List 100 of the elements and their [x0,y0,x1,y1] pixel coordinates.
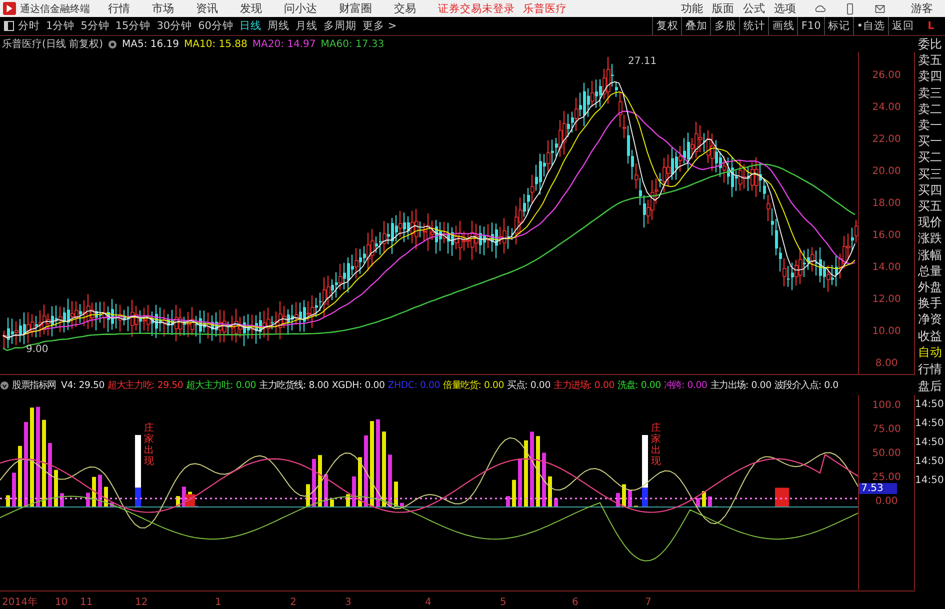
stock-name: 乐普医疗 [523,2,567,16]
indicator-legend-item: 波段介入点: 0.0 [774,378,838,392]
price-tick: 22.00 [872,133,901,147]
menu-item[interactable]: 行情 [108,1,130,16]
current-value-marker: 7.53 [859,483,898,494]
tick-time: 14:50 [915,416,945,431]
toolbar-button[interactable]: 返回 [888,17,917,35]
toolbar-button[interactable]: 标记 [824,17,853,35]
menu-item[interactable]: 市场 [152,1,174,16]
toolbar-button[interactable]: 画线 [768,17,798,35]
login-status[interactable]: 证券交易未登录 [438,2,515,16]
period-tab[interactable]: 1分钟 [46,19,75,33]
user-label[interactable]: 游客 [911,1,933,16]
signal-bar [135,435,141,507]
price-tick: 20.00 [872,165,901,179]
period-tab[interactable]: 30分钟 [156,19,192,33]
period-tab[interactable]: 15分钟 [115,19,151,33]
menu-item[interactable]: 公式 [743,1,765,16]
indicator-legend-item: XGDH: 0.00 [332,380,385,390]
toolbar-button[interactable]: F10 [797,17,824,35]
menu-item[interactable]: 发现 [240,1,262,16]
app-title: 通达信金融终端 [20,2,90,16]
menu-item[interactable]: 版面 [712,1,734,16]
date-label: 6 [572,597,578,608]
low-price-label: 9.00 [26,344,48,355]
quote-label: 现价 [918,214,942,230]
quote-label: 卖五 [918,52,942,68]
price-tick: 24.00 [872,101,901,115]
menu-item[interactable]: 问小达 [284,1,317,16]
period-tab[interactable]: 60分钟 [198,19,234,33]
indicator-legend-item: 冲跨: 0.00 [664,378,708,392]
menu-item[interactable]: 资讯 [196,1,218,16]
period-tab[interactable]: 周线 [268,19,290,33]
indicator-legend-item: 买点: 0.00 [507,378,550,392]
settings-icon[interactable] [108,40,117,48]
date-label: 3 [345,597,352,608]
quote-label: 买二 [918,149,942,166]
period-tab[interactable]: 日线 [240,19,262,33]
panel-icon[interactable] [4,21,14,31]
period-tab[interactable]: 5分钟 [80,19,110,33]
menu-item[interactable]: 选项 [774,1,796,16]
menu-item[interactable]: 财富圈 [339,1,372,16]
quote-label: 涨幅 [918,246,942,263]
quote-label: 卖二 [918,100,942,118]
high-price-label: 27.11 [628,56,657,67]
period-tab[interactable]: 多周期 [324,19,356,33]
toolbar-button[interactable]: 统计 [739,17,768,35]
cloud-icon[interactable] [814,2,826,14]
price-tick: 26.00 [872,69,901,83]
menu-item[interactable]: 交易 [394,1,416,16]
signal-label: 庄家出现 [651,423,661,467]
toolbar-button[interactable]: 多股 [710,17,740,35]
price-tick: 10.00 [872,325,901,339]
indicator-legend-item: 主力吃货线: 8.00 [258,378,329,392]
indicator-legend-item: ZHDC: 0.00 [388,380,440,390]
ma-legend: MA60: 17.33 [320,38,384,50]
quote-label: 买一 [918,133,942,150]
panel-tab[interactable]: 行情 [918,360,942,378]
toolbar-button[interactable]: 复权 [652,17,682,35]
period-tab[interactable]: 分时 [18,19,40,33]
date-label: 1 [215,597,222,608]
menu-item[interactable]: 功能 [681,1,703,16]
tick-time: 14:50 [915,436,945,450]
quote-label: 卖四 [918,68,942,85]
indicator-legend-item: 倍量吃货: 0.00 [443,378,504,392]
quote-label: 委比 [918,36,942,52]
ma-legend: MA20: 14.97 [252,38,316,50]
date-label: 2014年 [2,597,38,608]
indicator-legend-item: 超大主力吐: 0.00 [186,378,256,392]
date-label: 7 [645,597,652,608]
indicator-tick: 0.00 [875,495,898,509]
quote-label: 净资 [918,311,942,328]
date-label: 4 [425,597,432,608]
indicator-tick: 25.00 [872,471,901,484]
corner-label: L [926,20,936,32]
mail-icon[interactable] [874,2,886,14]
panel-tab[interactable]: 自动 [918,344,942,361]
signal-bar [642,435,648,507]
price-tick: 8.00 [875,357,898,371]
period-tab[interactable]: 更多 > [362,19,397,33]
price-tick: 14.00 [872,261,901,275]
tick-time: 14:50 [915,474,945,488]
settings-icon[interactable] [0,380,9,390]
toolbar-button[interactable]: •自选 [852,17,888,35]
ma-legend: MA5: 16.19 [122,38,179,50]
quote-label: 买三 [918,166,942,182]
ma-legend: MA10: 15.88 [184,38,248,50]
phone-icon[interactable] [844,2,856,14]
indicator-legend-item: 超大主力吃: 29.50 [108,378,184,392]
date-label: 10 [55,597,68,608]
app-logo-icon [3,2,16,15]
tick-time: 14:50 [915,398,945,412]
panel-tab[interactable]: 盘后 [918,378,942,395]
tick-time: 14:50 [915,454,945,469]
toolbar-button[interactable]: 叠加 [681,17,710,35]
quote-label: 换手 [918,295,942,312]
indicator-bar [775,488,789,507]
quote-label: 卖一 [918,117,942,134]
price-tick: 16.00 [872,229,901,243]
period-tab[interactable]: 月线 [296,19,318,33]
